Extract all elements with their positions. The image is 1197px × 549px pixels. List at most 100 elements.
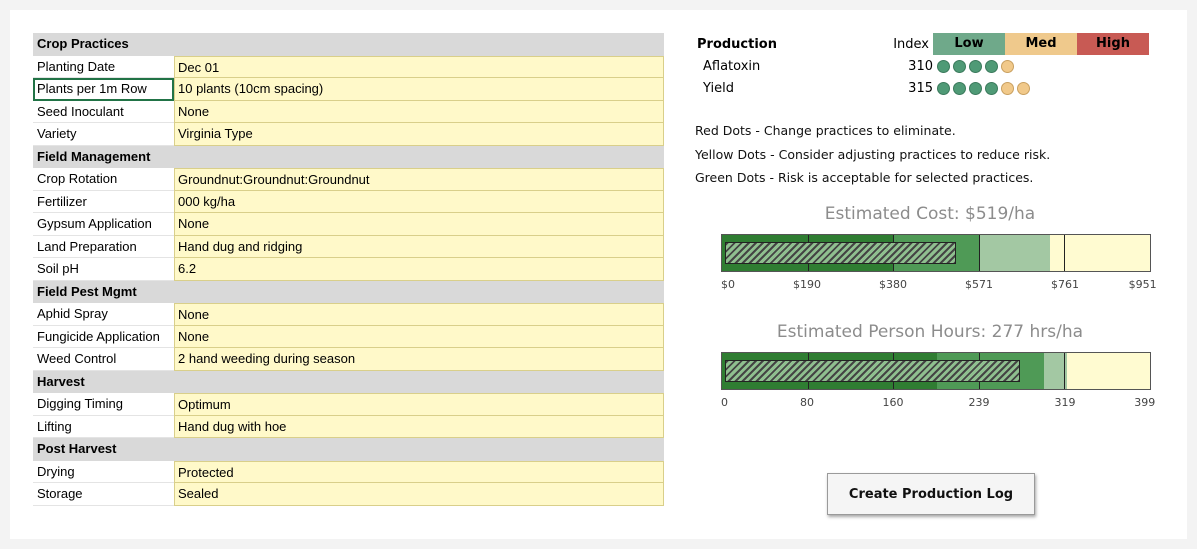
row-value-select[interactable]: 10 plants (10cm spacing) — [174, 78, 664, 101]
row-value-select[interactable]: Hand dug with hoe — [174, 415, 664, 438]
green-dot-icon — [953, 81, 966, 95]
row-value-select[interactable]: None — [174, 325, 664, 348]
create-production-log-button[interactable]: Create Production Log — [827, 473, 1035, 515]
row-label[interactable]: Planting Date — [33, 56, 174, 78]
yellow-dot-icon — [1001, 81, 1014, 95]
production-index: 310 — [908, 58, 933, 74]
green-dot-icon — [985, 81, 998, 95]
hours-gridline — [1064, 352, 1066, 389]
row-value-select[interactable]: None — [174, 213, 664, 236]
cost-tick-label: $761 — [1051, 277, 1079, 291]
row-label[interactable]: Seed Inoculant — [33, 101, 174, 123]
row-value-select[interactable]: Virginia Type — [174, 123, 664, 146]
row-label[interactable]: Land Preparation — [33, 236, 174, 258]
level-low: Low — [933, 33, 1005, 55]
row-label[interactable]: Soil pH — [33, 258, 174, 281]
row-label[interactable]: Storage — [33, 483, 174, 506]
row-value-select[interactable]: None — [174, 100, 664, 123]
table-row: Fertilizer 000 kg/ha — [33, 190, 664, 213]
row-label[interactable]: Variety — [33, 123, 174, 146]
row-label[interactable]: Gypsum Application — [33, 213, 174, 236]
production-row: Yield 315 — [695, 77, 1165, 99]
hours-zone — [1067, 352, 1150, 389]
table-row: Fungicide Application None — [33, 325, 664, 348]
table-row: Aphid Spray None — [33, 303, 664, 326]
green-dot-icon — [969, 81, 982, 95]
row-value-select[interactable]: Dec 01 — [174, 55, 664, 78]
row-value-select[interactable]: 6.2 — [174, 258, 664, 281]
level-high: High — [1077, 33, 1149, 55]
cost-tick-label: $0 — [721, 277, 735, 291]
legend-red: Red Dots - Change practices to eliminate… — [695, 123, 956, 138]
cost-axis: $0 $190 $380 $571 $761 $951 — [721, 277, 1157, 296]
legend-yellow: Yellow Dots - Consider adjusting practic… — [695, 146, 1051, 162]
yellow-dot-icon — [1001, 59, 1014, 73]
results-panel: Production Index Low Med High Aflatoxin 3… — [695, 33, 1165, 414]
hours-value-bar — [725, 359, 1020, 382]
section-header: Field Pest Mgmt — [33, 280, 664, 303]
table-row: Seed Inoculant None — [33, 100, 664, 123]
row-label[interactable]: Crop Rotation — [33, 168, 174, 191]
table-row: Crop Rotation Groundnut:Groundnut:Groundn… — [33, 168, 664, 191]
hours-tick-label: 319 — [1054, 395, 1076, 409]
level-med: Med — [1005, 33, 1077, 55]
row-value-select[interactable]: Groundnut:Groundnut:Groundnut — [174, 168, 664, 191]
row-label[interactable]: Weed Control — [33, 348, 174, 371]
green-dot-icon — [953, 59, 966, 73]
row-value-select[interactable]: Protected — [174, 460, 664, 483]
hours-title: Estimated Person Hours: 277 hrs/ha — [776, 321, 1084, 342]
risk-dots — [937, 59, 1014, 73]
row-value-select[interactable]: 000 kg/ha — [174, 190, 664, 213]
table-row: Weed Control 2 hand weeding during season — [33, 348, 664, 371]
hours-tick-label: 239 — [968, 395, 990, 409]
green-dot-icon — [985, 59, 998, 73]
green-dot-icon — [937, 81, 950, 95]
cost-tick-label: $951 — [1128, 277, 1157, 291]
cost-value-bar — [725, 241, 956, 264]
table-row: Digging Timing Optimum — [33, 393, 664, 416]
row-label[interactable]: Digging Timing — [33, 393, 174, 416]
row-label[interactable]: Lifting — [33, 416, 174, 438]
hours-tick-label: 80 — [800, 395, 814, 409]
production-title: Production — [697, 36, 777, 52]
practices-table: Crop Practices Planting Date Dec 01 Plants … — [33, 33, 664, 506]
risk-dots — [937, 81, 1030, 95]
production-header: Production Index Low Med High — [695, 33, 1165, 55]
legend-green: Green Dots - Risk is acceptable for sele… — [695, 170, 1034, 185]
cost-gridline — [1064, 234, 1066, 271]
row-value-select[interactable]: Hand dug and ridging — [174, 235, 664, 258]
table-row: Variety Virginia Type — [33, 123, 664, 146]
hours-tick-label: 0 — [721, 395, 728, 409]
section-header: Crop Practices — [33, 33, 664, 56]
index-header: Index — [893, 36, 929, 52]
dot-legend: Red Dots - Change practices to eliminate… — [695, 119, 1165, 190]
hours-bar — [721, 351, 1151, 390]
row-label[interactable]: Fertilizer — [33, 191, 174, 213]
table-row: Storage Sealed — [33, 483, 664, 506]
row-label[interactable]: Drying — [33, 461, 174, 483]
row-value-select[interactable]: 2 hand weeding during season — [174, 348, 664, 371]
table-row: Gypsum Application None — [33, 213, 664, 236]
section-header: Post Harvest — [33, 438, 664, 461]
cost-zone — [978, 234, 1050, 271]
green-dot-icon — [969, 59, 982, 73]
row-label[interactable]: Fungicide Application — [33, 326, 174, 348]
cost-title: Estimated Cost: $519/ha — [824, 203, 1036, 224]
row-value-select[interactable]: None — [174, 303, 664, 326]
row-label[interactable]: Plants per 1m Row — [33, 78, 174, 101]
cost-tick-label: $380 — [879, 277, 907, 291]
cost-tick-label: $571 — [965, 277, 993, 291]
table-row: Lifting Hand dug with hoe — [33, 415, 664, 438]
green-dot-icon — [937, 59, 950, 73]
row-value-select[interactable]: Optimum — [174, 393, 664, 416]
hours-tick-label: 399 — [1134, 395, 1156, 409]
yellow-dot-icon — [1017, 81, 1030, 95]
section-header: Field Management — [33, 145, 664, 168]
row-value-select[interactable]: Sealed — [174, 483, 664, 506]
row-label[interactable]: Aphid Spray — [33, 303, 174, 326]
production-row: Aflatoxin 310 — [695, 55, 1165, 77]
section-header: Harvest — [33, 370, 664, 393]
hours-axis: 0 80 160 239 319 399 — [721, 395, 1155, 414]
table-row: Soil pH 6.2 — [33, 258, 664, 281]
production-index: 315 — [908, 80, 933, 96]
